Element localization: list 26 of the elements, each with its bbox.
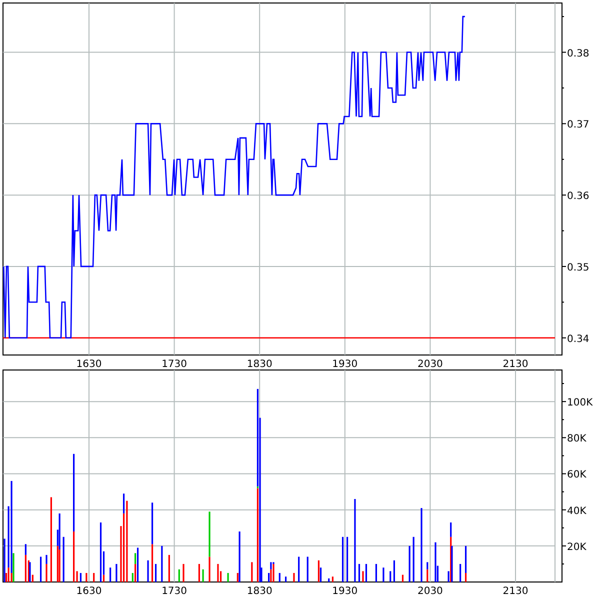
axis-label: 2030 <box>417 359 443 368</box>
axis-label: 1630 <box>76 359 102 368</box>
volume-bar <box>284 576 287 582</box>
axis-label: 1730 <box>162 586 188 597</box>
axis-label: 0.38 <box>567 48 590 60</box>
axis-label: 0.36 <box>567 191 590 202</box>
axis-label: 0.37 <box>567 120 590 131</box>
axis-label: 60K <box>567 470 586 481</box>
axis-label: 40K <box>567 506 586 517</box>
axis-label: 2130 <box>502 359 528 368</box>
volume-bar <box>342 536 344 582</box>
volume-bar <box>402 574 404 582</box>
axis-label: 1630 <box>76 586 102 597</box>
axis-label: 0.35 <box>567 262 590 274</box>
axis-label: 0.34 <box>567 334 590 345</box>
axis-label: 2130 <box>502 586 528 597</box>
axis-label: 1730 <box>162 359 188 368</box>
axis-label: 2030 <box>417 586 443 597</box>
axis-label: 80K <box>567 434 586 445</box>
axis-label: 1930 <box>332 359 358 368</box>
axis-label: 20K <box>567 542 586 553</box>
axis-label: 100K <box>567 398 593 409</box>
axis-label: 1830 <box>246 586 272 597</box>
axis-label: 1830 <box>246 359 272 368</box>
axis-label: 1930 <box>332 586 358 597</box>
volume-bar <box>358 564 360 582</box>
